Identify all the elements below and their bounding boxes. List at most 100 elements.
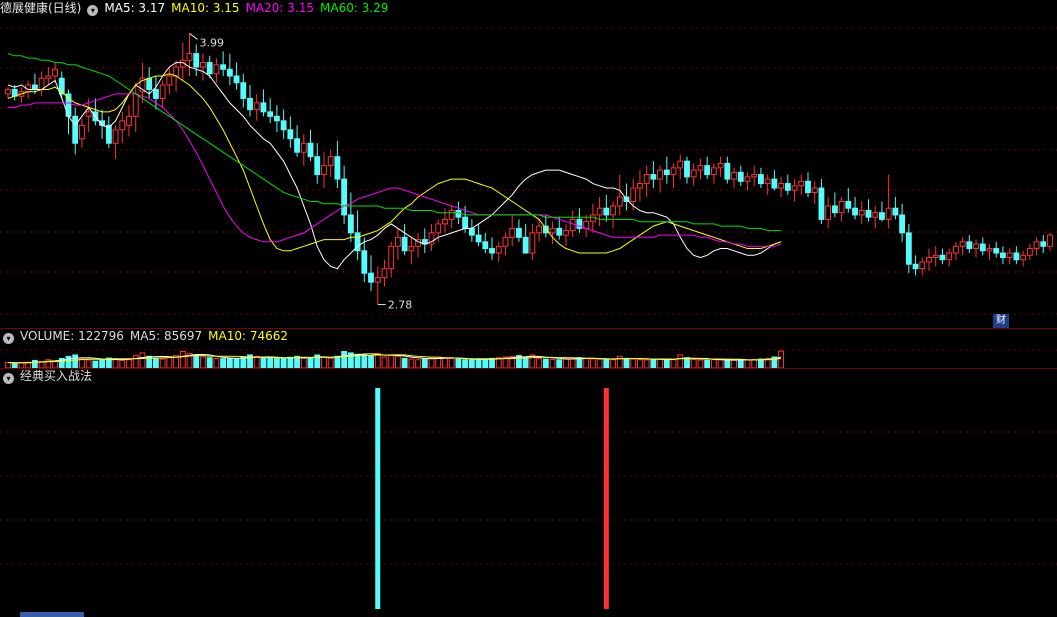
- volume-bar[interactable]: [287, 356, 294, 368]
- volume-bar[interactable]: [670, 359, 677, 368]
- candle[interactable]: [764, 174, 771, 195]
- volume-bar[interactable]: [31, 359, 38, 368]
- volume-bar[interactable]: [690, 358, 697, 368]
- candle[interactable]: [932, 246, 939, 267]
- candle[interactable]: [710, 163, 717, 184]
- candle[interactable]: [831, 192, 838, 218]
- volume-bar[interactable]: [583, 357, 590, 368]
- candle[interactable]: [321, 152, 327, 189]
- candle[interactable]: [1040, 235, 1047, 254]
- candle[interactable]: [509, 214, 516, 247]
- candle[interactable]: [596, 197, 603, 227]
- volume-bar[interactable]: [374, 353, 381, 368]
- volume-bar[interactable]: [697, 359, 704, 368]
- candle[interactable]: [966, 235, 973, 254]
- volume-bar[interactable]: [300, 357, 307, 368]
- candle[interactable]: [5, 87, 11, 99]
- volume-bar[interactable]: [589, 358, 596, 368]
- volume-bar[interactable]: [758, 358, 764, 368]
- price-panel[interactable]: 德展健康(日线) ▾ MA5: 3.17 MA10: 3.15 MA20: 3.15 MA…: [0, 0, 1057, 328]
- candle[interactable]: [1000, 246, 1006, 265]
- candle[interactable]: [979, 237, 986, 256]
- chevron-down-icon[interactable]: ▾: [3, 333, 14, 344]
- volume-bar[interactable]: [112, 358, 119, 368]
- volume-bar[interactable]: [92, 360, 99, 368]
- candle[interactable]: [926, 248, 932, 271]
- candlestick-chart[interactable]: 3.99 2.78: [0, 0, 1057, 328]
- candle[interactable]: [811, 181, 818, 204]
- candle[interactable]: [166, 67, 173, 94]
- volume-bar[interactable]: [72, 354, 79, 368]
- volume-bar[interactable]: [226, 357, 233, 368]
- candle[interactable]: [475, 223, 482, 247]
- candle[interactable]: [314, 143, 321, 184]
- volume-bar[interactable]: [159, 358, 166, 368]
- candle[interactable]: [99, 109, 106, 139]
- volume-bar[interactable]: [99, 359, 106, 368]
- candle[interactable]: [361, 237, 368, 283]
- volume-bar[interactable]: [542, 358, 549, 368]
- volume-bar[interactable]: [321, 356, 327, 368]
- volume-bar[interactable]: [663, 358, 670, 368]
- candle[interactable]: [737, 165, 744, 186]
- candle[interactable]: [294, 125, 300, 157]
- volume-bar[interactable]: [731, 359, 737, 368]
- candle[interactable]: [952, 241, 959, 260]
- candle[interactable]: [1033, 237, 1040, 256]
- candle[interactable]: [482, 232, 489, 254]
- candle[interactable]: [549, 221, 556, 245]
- volume-bar[interactable]: [630, 358, 637, 368]
- candle[interactable]: [637, 170, 643, 202]
- volume-bar[interactable]: [448, 357, 455, 368]
- volume-bar[interactable]: [260, 357, 267, 368]
- candle[interactable]: [798, 174, 805, 195]
- candle[interactable]: [226, 53, 233, 85]
- candle[interactable]: [845, 188, 852, 213]
- candle[interactable]: [556, 217, 563, 240]
- volume-bar[interactable]: [65, 355, 72, 368]
- candle[interactable]: [388, 241, 395, 278]
- candle[interactable]: [126, 105, 132, 137]
- volume-bar[interactable]: [428, 357, 435, 368]
- candle[interactable]: [468, 219, 475, 242]
- chevron-down-icon[interactable]: ▾: [3, 373, 14, 384]
- volume-bar[interactable]: [273, 358, 280, 368]
- volume-bar[interactable]: [710, 359, 717, 368]
- candle[interactable]: [287, 116, 294, 148]
- candle[interactable]: [132, 82, 139, 133]
- candle[interactable]: [18, 87, 25, 103]
- volume-bar[interactable]: [361, 354, 368, 368]
- volume-bar[interactable]: [421, 358, 428, 368]
- chevron-down-icon[interactable]: ▾: [87, 5, 99, 16]
- candle[interactable]: [52, 62, 58, 83]
- volume-bar[interactable]: [334, 355, 341, 368]
- candle[interactable]: [247, 84, 253, 117]
- volume-bar[interactable]: [213, 357, 220, 368]
- candle[interactable]: [119, 111, 126, 144]
- candle[interactable]: [946, 248, 953, 267]
- candle[interactable]: [784, 174, 791, 195]
- candle[interactable]: [744, 172, 751, 191]
- volume-bar[interactable]: [549, 358, 556, 368]
- volume-bar[interactable]: [307, 357, 314, 368]
- candle[interactable]: [38, 71, 45, 97]
- candle[interactable]: [657, 165, 664, 193]
- candle[interactable]: [731, 167, 737, 189]
- candle[interactable]: [179, 42, 186, 81]
- candle[interactable]: [495, 241, 502, 262]
- candle[interactable]: [193, 44, 200, 77]
- candle[interactable]: [724, 156, 731, 184]
- candle[interactable]: [663, 156, 670, 184]
- volume-bar[interactable]: [267, 357, 274, 368]
- volume-bar[interactable]: [193, 354, 200, 368]
- volume-bar[interactable]: [522, 356, 529, 368]
- volume-bar[interactable]: [778, 350, 785, 368]
- volume-bar[interactable]: [717, 358, 724, 368]
- volume-bar[interactable]: [643, 359, 650, 368]
- candle[interactable]: [919, 257, 926, 276]
- candle[interactable]: [354, 210, 361, 260]
- signal-chart[interactable]: [0, 368, 1057, 617]
- candle[interactable]: [327, 149, 334, 177]
- candle[interactable]: [610, 201, 616, 229]
- candle[interactable]: [253, 93, 260, 121]
